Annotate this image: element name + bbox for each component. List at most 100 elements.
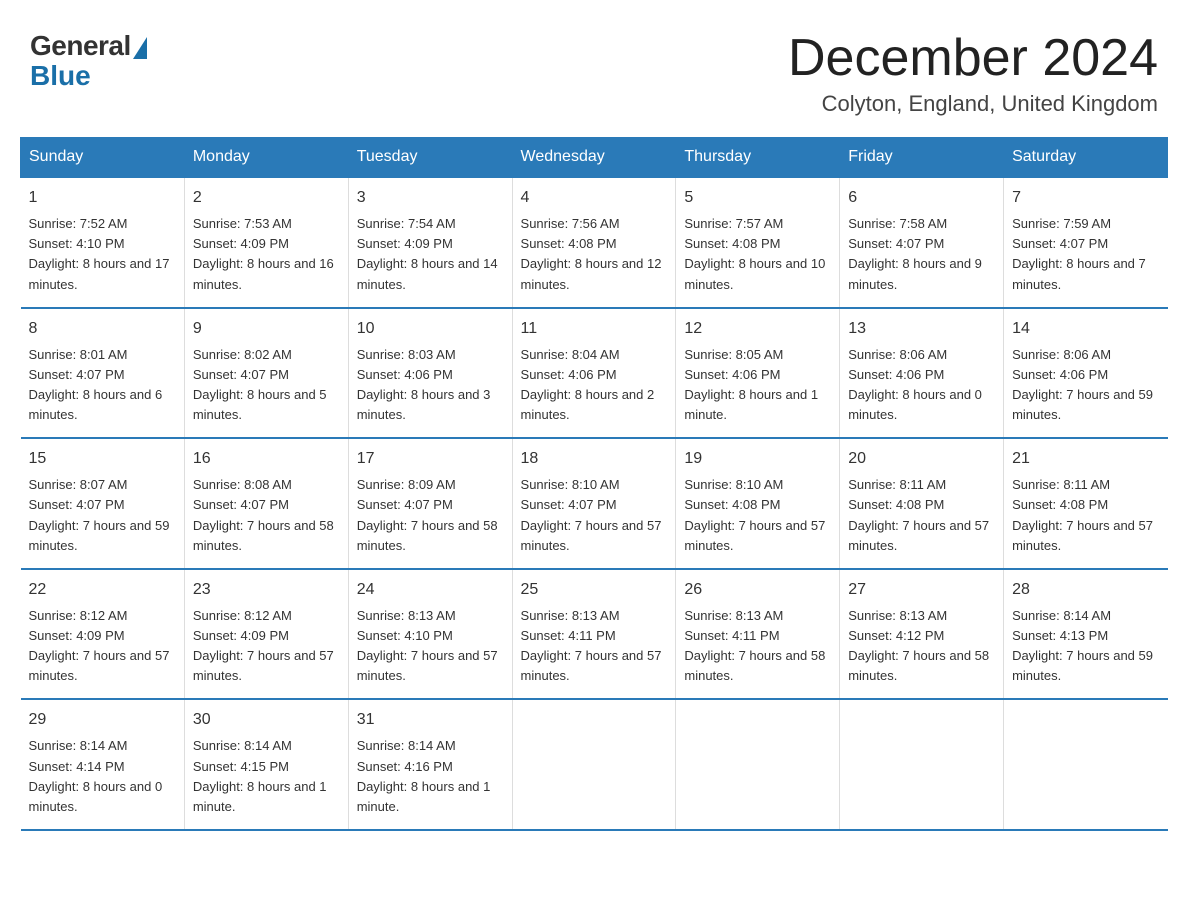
- calendar-day-cell: 4Sunrise: 7:56 AMSunset: 4:08 PMDaylight…: [512, 177, 676, 308]
- day-info: Sunrise: 7:54 AMSunset: 4:09 PMDaylight:…: [357, 216, 498, 291]
- day-number: 11: [521, 317, 668, 341]
- day-number: 4: [521, 186, 668, 210]
- day-number: 8: [29, 317, 176, 341]
- calendar-day-cell: 11Sunrise: 8:04 AMSunset: 4:06 PMDayligh…: [512, 308, 676, 439]
- day-number: 12: [684, 317, 831, 341]
- calendar-day-cell: 19 Sunrise: 8:10 AMSunset: 4:08 PMDayligh…: [676, 438, 840, 569]
- day-number: 26: [684, 578, 831, 602]
- day-info: Sunrise: 7:53 AMSunset: 4:09 PMDaylight:…: [193, 216, 334, 291]
- day-info: Sunrise: 7:58 AMSunset: 4:07 PMDaylight:…: [848, 216, 982, 291]
- calendar-day-cell: 7 Sunrise: 7:59 AMSunset: 4:07 PMDaylight…: [1004, 177, 1168, 308]
- day-info: Sunrise: 8:10 AMSunset: 4:08 PMDaylight:…: [684, 477, 825, 552]
- col-thursday: Thursday: [676, 138, 840, 178]
- calendar-day-cell: 10 Sunrise: 8:03 AMSunset: 4:06 PMDayligh…: [348, 308, 512, 439]
- calendar-day-cell: 28 Sunrise: 8:14 AMSunset: 4:13 PMDayligh…: [1004, 569, 1168, 700]
- calendar-day-cell: 3 Sunrise: 7:54 AMSunset: 4:09 PMDaylight…: [348, 177, 512, 308]
- calendar-day-cell: 9 Sunrise: 8:02 AMSunset: 4:07 PMDaylight…: [184, 308, 348, 439]
- day-info: Sunrise: 8:10 AMSunset: 4:07 PMDaylight:…: [521, 477, 662, 552]
- month-title: December 2024: [788, 30, 1158, 87]
- day-number: 19: [684, 447, 831, 471]
- day-number: 17: [357, 447, 504, 471]
- day-number: 21: [1012, 447, 1159, 471]
- day-info: Sunrise: 7:52 AMSunset: 4:10 PMDaylight:…: [29, 216, 170, 291]
- day-number: 6: [848, 186, 995, 210]
- calendar-day-cell: 12 Sunrise: 8:05 AMSunset: 4:06 PMDayligh…: [676, 308, 840, 439]
- day-info: Sunrise: 8:14 AMSunset: 4:16 PMDaylight:…: [357, 738, 491, 813]
- day-info: Sunrise: 7:57 AMSunset: 4:08 PMDaylight:…: [684, 216, 825, 291]
- day-number: 15: [29, 447, 176, 471]
- day-number: 29: [29, 708, 176, 732]
- calendar-table: Sunday Monday Tuesday Wednesday Thursday…: [20, 137, 1168, 831]
- calendar-day-cell: [840, 699, 1004, 830]
- calendar-day-cell: 22 Sunrise: 8:12 AMSunset: 4:09 PMDayligh…: [21, 569, 185, 700]
- day-info: Sunrise: 8:14 AMSunset: 4:13 PMDaylight:…: [1012, 608, 1153, 683]
- day-number: 22: [29, 578, 176, 602]
- day-info: Sunrise: 8:12 AMSunset: 4:09 PMDaylight:…: [29, 608, 170, 683]
- calendar-day-cell: [1004, 699, 1168, 830]
- day-number: 27: [848, 578, 995, 602]
- day-number: 13: [848, 317, 995, 341]
- day-info: Sunrise: 8:03 AMSunset: 4:06 PMDaylight:…: [357, 347, 491, 422]
- day-number: 16: [193, 447, 340, 471]
- day-info: Sunrise: 8:13 AMSunset: 4:10 PMDaylight:…: [357, 608, 498, 683]
- day-number: 3: [357, 186, 504, 210]
- day-number: 5: [684, 186, 831, 210]
- calendar-day-cell: 25 Sunrise: 8:13 AMSunset: 4:11 PMDayligh…: [512, 569, 676, 700]
- calendar-day-cell: 29 Sunrise: 8:14 AMSunset: 4:14 PMDayligh…: [21, 699, 185, 830]
- calendar-day-cell: 18Sunrise: 8:10 AMSunset: 4:07 PMDayligh…: [512, 438, 676, 569]
- day-number: 24: [357, 578, 504, 602]
- calendar-day-cell: 2 Sunrise: 7:53 AMSunset: 4:09 PMDaylight…: [184, 177, 348, 308]
- day-number: 2: [193, 186, 340, 210]
- day-info: Sunrise: 8:06 AMSunset: 4:06 PMDaylight:…: [848, 347, 982, 422]
- day-info: Sunrise: 8:05 AMSunset: 4:06 PMDaylight:…: [684, 347, 818, 422]
- calendar-day-cell: 30 Sunrise: 8:14 AMSunset: 4:15 PMDayligh…: [184, 699, 348, 830]
- day-number: 10: [357, 317, 504, 341]
- day-number: 28: [1012, 578, 1159, 602]
- day-number: 31: [357, 708, 504, 732]
- calendar-week-row: 15 Sunrise: 8:07 AMSunset: 4:07 PMDayligh…: [21, 438, 1168, 569]
- calendar-day-cell: [512, 699, 676, 830]
- calendar-header-row: Sunday Monday Tuesday Wednesday Thursday…: [21, 138, 1168, 178]
- day-info: Sunrise: 8:14 AMSunset: 4:14 PMDaylight:…: [29, 738, 163, 813]
- day-info: Sunrise: 8:07 AMSunset: 4:07 PMDaylight:…: [29, 477, 170, 552]
- day-info: Sunrise: 7:59 AMSunset: 4:07 PMDaylight:…: [1012, 216, 1146, 291]
- day-info: Sunrise: 8:02 AMSunset: 4:07 PMDaylight:…: [193, 347, 327, 422]
- logo-blue-text: Blue: [30, 60, 91, 92]
- calendar-day-cell: 1 Sunrise: 7:52 AMSunset: 4:10 PMDaylight…: [21, 177, 185, 308]
- calendar-week-row: 29 Sunrise: 8:14 AMSunset: 4:14 PMDayligh…: [21, 699, 1168, 830]
- calendar-day-cell: 13 Sunrise: 8:06 AMSunset: 4:06 PMDayligh…: [840, 308, 1004, 439]
- col-tuesday: Tuesday: [348, 138, 512, 178]
- day-number: 7: [1012, 186, 1159, 210]
- calendar-week-row: 8 Sunrise: 8:01 AMSunset: 4:07 PMDaylight…: [21, 308, 1168, 439]
- day-info: Sunrise: 8:09 AMSunset: 4:07 PMDaylight:…: [357, 477, 498, 552]
- day-info: Sunrise: 8:14 AMSunset: 4:15 PMDaylight:…: [193, 738, 327, 813]
- calendar-day-cell: 14Sunrise: 8:06 AMSunset: 4:06 PMDayligh…: [1004, 308, 1168, 439]
- col-friday: Friday: [840, 138, 1004, 178]
- calendar-day-cell: 15 Sunrise: 8:07 AMSunset: 4:07 PMDayligh…: [21, 438, 185, 569]
- day-number: 25: [521, 578, 668, 602]
- calendar-day-cell: 23Sunrise: 8:12 AMSunset: 4:09 PMDayligh…: [184, 569, 348, 700]
- calendar-day-cell: 6 Sunrise: 7:58 AMSunset: 4:07 PMDaylight…: [840, 177, 1004, 308]
- calendar-day-cell: 26Sunrise: 8:13 AMSunset: 4:11 PMDayligh…: [676, 569, 840, 700]
- day-info: Sunrise: 8:01 AMSunset: 4:07 PMDaylight:…: [29, 347, 163, 422]
- calendar-week-row: 22 Sunrise: 8:12 AMSunset: 4:09 PMDayligh…: [21, 569, 1168, 700]
- day-number: 1: [29, 186, 176, 210]
- location-text: Colyton, England, United Kingdom: [788, 91, 1158, 117]
- title-section: December 2024 Colyton, England, United K…: [788, 30, 1158, 117]
- day-number: 30: [193, 708, 340, 732]
- day-info: Sunrise: 8:11 AMSunset: 4:08 PMDaylight:…: [848, 477, 989, 552]
- calendar-day-cell: 21Sunrise: 8:11 AMSunset: 4:08 PMDayligh…: [1004, 438, 1168, 569]
- calendar-day-cell: 31 Sunrise: 8:14 AMSunset: 4:16 PMDayligh…: [348, 699, 512, 830]
- calendar-day-cell: 17 Sunrise: 8:09 AMSunset: 4:07 PMDayligh…: [348, 438, 512, 569]
- calendar-day-cell: 27 Sunrise: 8:13 AMSunset: 4:12 PMDayligh…: [840, 569, 1004, 700]
- day-info: Sunrise: 8:08 AMSunset: 4:07 PMDaylight:…: [193, 477, 334, 552]
- calendar-day-cell: 8 Sunrise: 8:01 AMSunset: 4:07 PMDaylight…: [21, 308, 185, 439]
- logo: General Blue: [30, 30, 147, 92]
- day-info: Sunrise: 8:13 AMSunset: 4:12 PMDaylight:…: [848, 608, 989, 683]
- day-info: Sunrise: 8:13 AMSunset: 4:11 PMDaylight:…: [521, 608, 662, 683]
- col-sunday: Sunday: [21, 138, 185, 178]
- day-number: 9: [193, 317, 340, 341]
- calendar-day-cell: 16 Sunrise: 8:08 AMSunset: 4:07 PMDayligh…: [184, 438, 348, 569]
- day-info: Sunrise: 8:12 AMSunset: 4:09 PMDaylight:…: [193, 608, 334, 683]
- day-number: 14: [1012, 317, 1159, 341]
